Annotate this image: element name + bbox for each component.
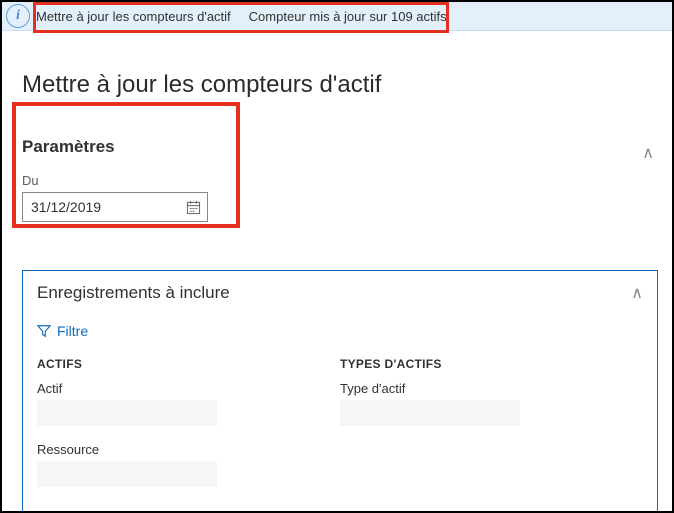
- filter-label: Filtre: [57, 323, 88, 339]
- field-input-ressource[interactable]: [37, 461, 217, 487]
- field-label-ressource: Ressource: [37, 442, 340, 457]
- field-label-actif: Actif: [37, 381, 340, 396]
- col-heading-types: TYPES D'ACTIFS: [340, 357, 643, 371]
- records-panel: Enregistrements à inclure ∧ Filtre ACTIF…: [22, 270, 658, 513]
- field-label-type-actif: Type d'actif: [340, 381, 643, 396]
- page-title: Mettre à jour les compteurs d'actif: [22, 71, 658, 99]
- info-icon: i: [6, 4, 30, 28]
- column-actifs: ACTIFS Actif Ressource: [37, 357, 340, 503]
- params-section: Paramètres Du 31/12/2019: [22, 137, 658, 222]
- info-bar: i Mettre à jour les compteurs d'actif Co…: [2, 2, 672, 31]
- date-input[interactable]: 31/12/2019: [22, 192, 208, 222]
- filter-link[interactable]: Filtre: [37, 323, 643, 339]
- params-collapse-chevron-icon[interactable]: ∧: [642, 143, 654, 163]
- content-area: Mettre à jour les compteurs d'actif Para…: [2, 31, 672, 513]
- filter-icon: [37, 324, 51, 338]
- field-input-type-actif[interactable]: [340, 400, 520, 426]
- column-types: TYPES D'ACTIFS Type d'actif: [340, 357, 643, 503]
- app-frame: i Mettre à jour les compteurs d'actif Co…: [0, 0, 674, 513]
- field-input-actif[interactable]: [37, 400, 217, 426]
- date-value: 31/12/2019: [31, 199, 101, 215]
- records-collapse-chevron-icon[interactable]: ∧: [631, 283, 643, 303]
- date-label: Du: [22, 173, 658, 188]
- calendar-icon[interactable]: [186, 200, 201, 215]
- params-heading: Paramètres: [22, 137, 658, 157]
- info-message-primary: Mettre à jour les compteurs d'actif: [36, 9, 231, 24]
- info-message-secondary: Compteur mis à jour sur 109 actifs: [249, 9, 447, 24]
- records-heading: Enregistrements à inclure: [37, 283, 643, 303]
- filter-columns: ACTIFS Actif Ressource TYPES D'ACTIFS Ty…: [37, 357, 643, 503]
- col-heading-actifs: ACTIFS: [37, 357, 340, 371]
